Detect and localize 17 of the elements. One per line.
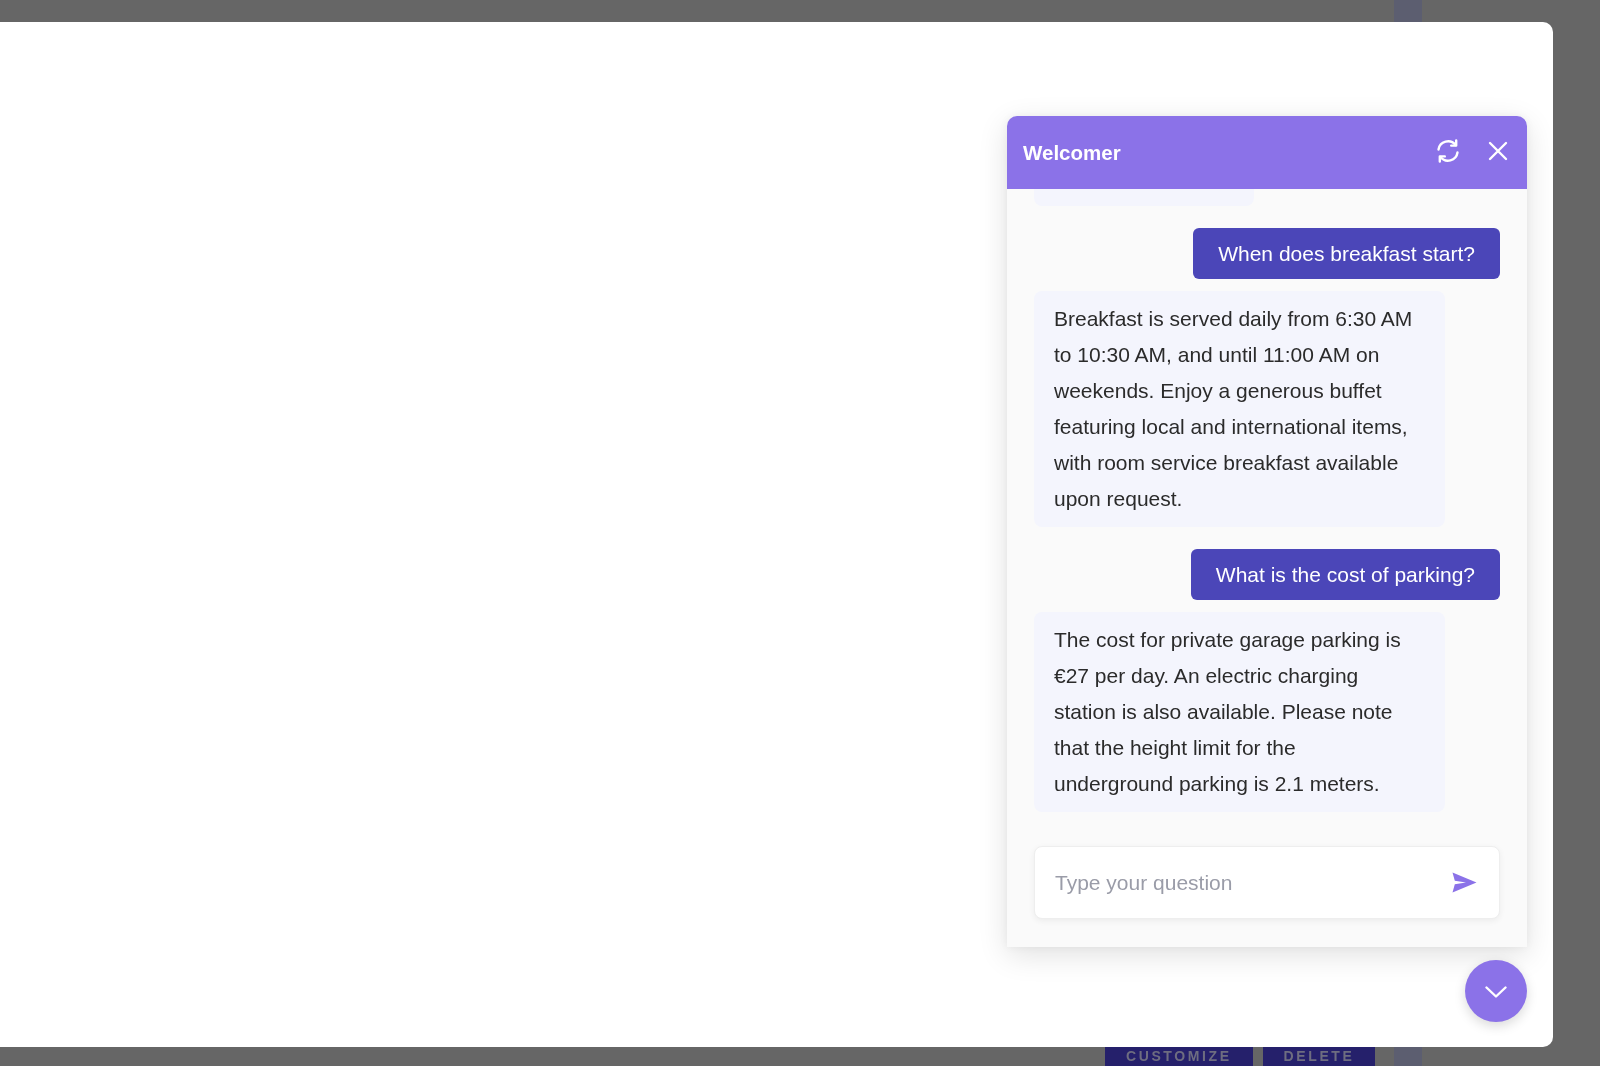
chat-title: Welcomer (1023, 140, 1121, 165)
user-message: What is the cost of parking? (1190, 549, 1500, 600)
user-message: When does breakfast start? (1193, 228, 1500, 279)
close-icon (1488, 140, 1508, 161)
question-field[interactable]: Type your question (1055, 870, 1442, 895)
chevron-down-icon (1485, 986, 1507, 998)
bot-message: The cost for private garage parking is €27 per day. An electric charging station is also available. Please note that the height limit for the underground parking is 2.1 meters. (1034, 612, 1445, 812)
question-input[interactable]: Type your question (1034, 846, 1500, 919)
refresh-button[interactable] (1435, 137, 1461, 164)
bot-message: Breakfast is served daily from 6:30 AM to 10:30 AM, and until 11:00 AM on weekends. Enjoy a generous buffet featuring local and international items, with room service breakfast available upon request. (1034, 291, 1445, 527)
collapse-chat-button[interactable] (1465, 960, 1527, 1022)
send-button[interactable] (1452, 872, 1477, 893)
send-icon (1452, 872, 1477, 893)
close-button[interactable] (1488, 140, 1508, 161)
backdrop-button[interactable]: CUSTOMIZE (1105, 1047, 1253, 1066)
refresh-icon (1435, 137, 1461, 164)
backdrop-button[interactable]: DELETE (1262, 1047, 1376, 1066)
